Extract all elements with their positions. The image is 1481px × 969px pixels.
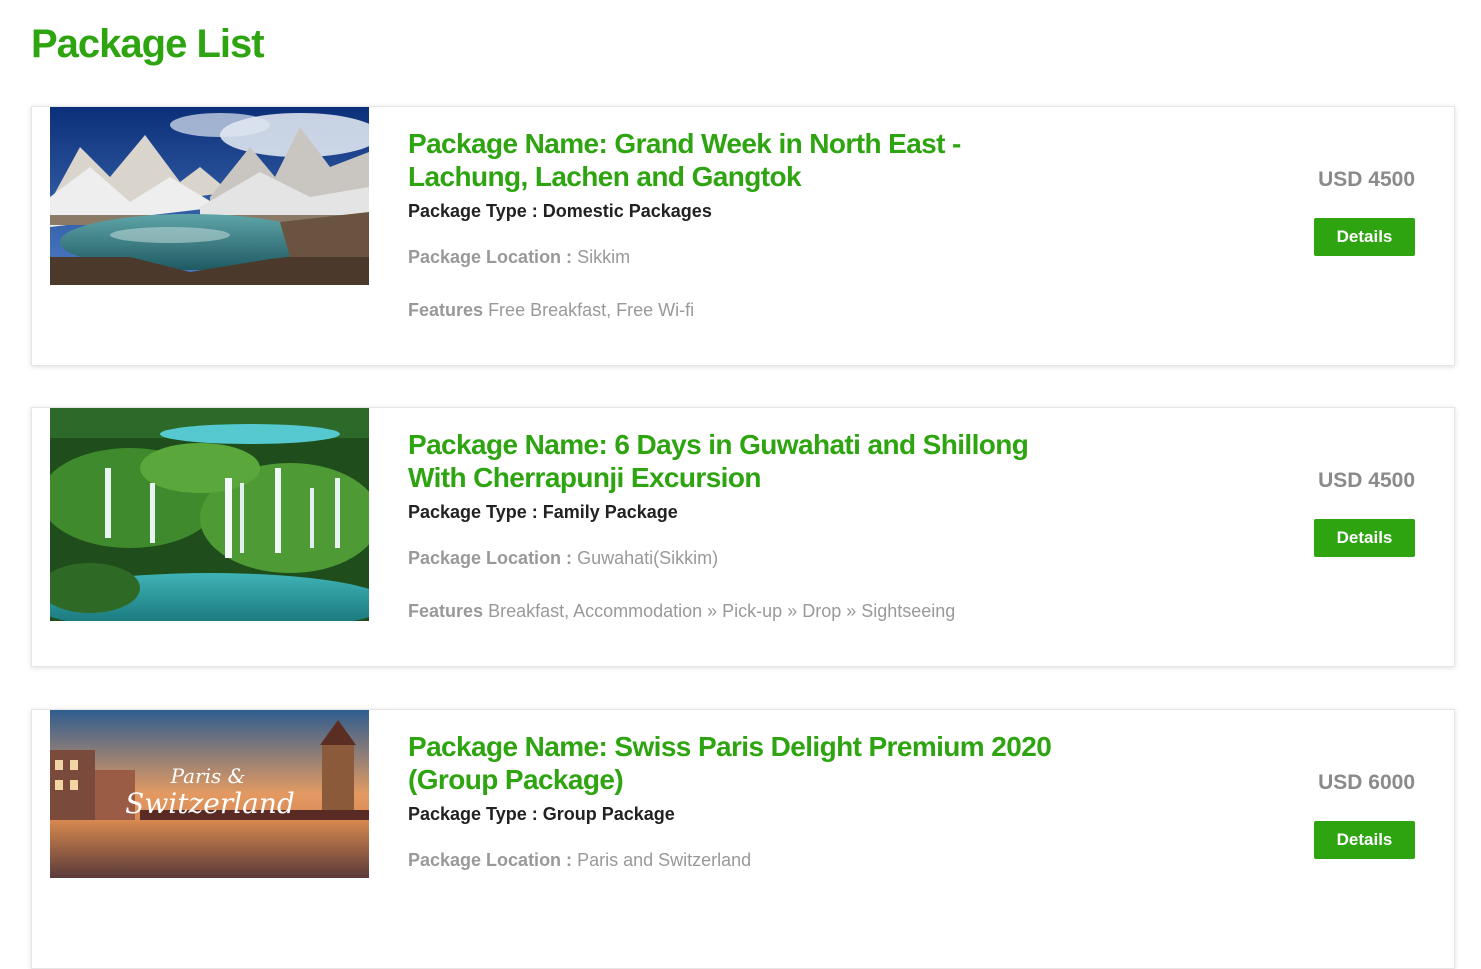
package-type-value: Family Package <box>542 502 678 522</box>
package-location-label: Package Location : <box>408 548 578 568</box>
package-type-label: Package Type : <box>408 502 543 522</box>
package-card: Package Name: 6 Days in Guwahati and Shi… <box>31 407 1455 667</box>
package-features-value: Free Breakfast, Free Wi-fi <box>488 300 695 320</box>
package-location-label: Package Location : <box>408 850 578 870</box>
details-button[interactable]: Details <box>1314 218 1415 256</box>
package-location: Package Location : Sikkim <box>408 245 1068 269</box>
package-type-value: Domestic Packages <box>542 201 712 221</box>
package-card: Package Name: Grand Week in North East -… <box>31 106 1455 366</box>
package-features-label: Features <box>408 601 484 621</box>
package-card: Paris & Switzerland Package Name: Swiss … <box>31 709 1455 969</box>
snowy-mountain-lake-image[interactable] <box>50 107 369 285</box>
package-features: Features Free Breakfast, Free Wi-fi <box>408 298 1068 322</box>
package-info: Package Name: Grand Week in North East -… <box>408 127 1068 322</box>
paris-switzerland-image[interactable]: Paris & Switzerland <box>50 710 369 878</box>
package-features-label: Features <box>408 300 484 320</box>
package-name[interactable]: Package Name: Swiss Paris Delight Premiu… <box>408 730 1068 796</box>
details-button[interactable]: Details <box>1314 821 1415 859</box>
package-info: Package Name: Swiss Paris Delight Premiu… <box>408 730 1068 872</box>
package-type-label: Package Type : <box>408 201 543 221</box>
package-location-label: Package Location : <box>408 247 578 267</box>
package-type-value: Group Package <box>542 804 675 824</box>
package-type-label: Package Type : <box>408 804 543 824</box>
image-caption-line-1: Paris & <box>170 764 246 788</box>
package-location-value: Paris and Switzerland <box>577 850 752 870</box>
package-price: USD 4500 <box>1318 168 1415 191</box>
package-type: Package Type : Family Package <box>408 500 1068 524</box>
details-button[interactable]: Details <box>1314 519 1415 557</box>
package-info: Package Name: 6 Days in Guwahati and Shi… <box>408 428 1068 623</box>
package-location: Package Location : Paris and Switzerland <box>408 848 1068 872</box>
package-location-value: Guwahati(Sikkim) <box>577 548 719 568</box>
package-features-value: Breakfast, Accommodation » Pick-up » Dro… <box>488 601 956 621</box>
price-column: USD 6000 Details <box>1215 769 1415 859</box>
image-caption-line-2: Switzerland <box>125 787 295 820</box>
price-column: USD 4500 Details <box>1215 467 1415 557</box>
price-column: USD 4500 Details <box>1215 166 1415 256</box>
waterfalls-forest-image[interactable] <box>50 408 369 621</box>
package-name[interactable]: Package Name: 6 Days in Guwahati and Shi… <box>408 428 1068 494</box>
package-name[interactable]: Package Name: Grand Week in North East -… <box>408 127 1068 193</box>
package-type: Package Type : Domestic Packages <box>408 199 1068 223</box>
package-features: Features Breakfast, Accommodation » Pick… <box>408 599 1068 623</box>
package-type: Package Type : Group Package <box>408 802 1068 826</box>
package-price: USD 6000 <box>1318 771 1415 794</box>
package-location: Package Location : Guwahati(Sikkim) <box>408 546 1068 570</box>
package-price: USD 4500 <box>1318 469 1415 492</box>
package-location-value: Sikkim <box>577 247 631 267</box>
page-title: Package List <box>31 22 265 66</box>
